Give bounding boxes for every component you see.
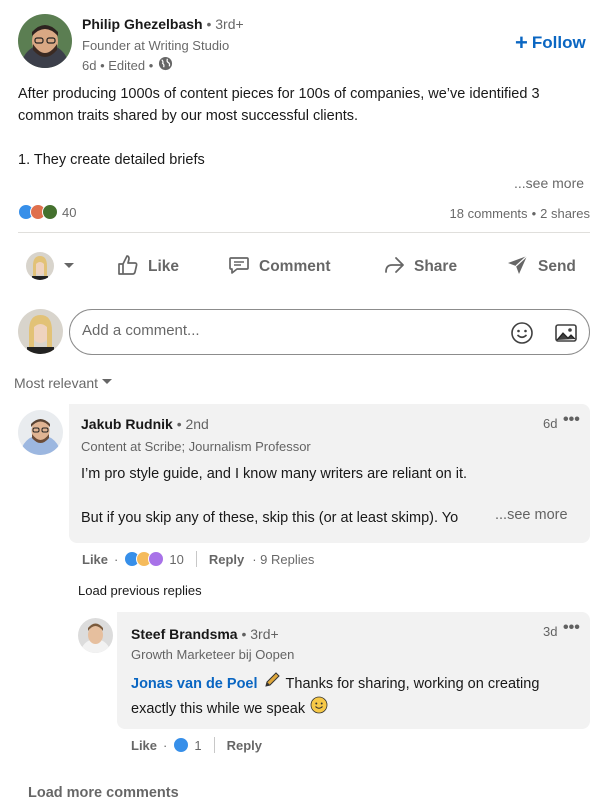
separator — [213, 737, 215, 753]
comment-text-line: But if you skip any of these, skip this … — [81, 510, 459, 526]
paper-plane-icon — [506, 253, 530, 282]
reply-text: Thanks for sharing, working on creating — [285, 675, 540, 692]
comment-like-button[interactable]: Like — [82, 552, 108, 567]
reaction-count: 40 — [62, 204, 77, 220]
commenter-name[interactable]: Jakub Rudnik — [81, 416, 173, 432]
add-comment-field[interactable] — [69, 309, 590, 355]
comment-reactions[interactable]: 10 — [124, 551, 184, 567]
author-degree: • 3rd+ — [206, 16, 244, 32]
speech-bubble-icon — [227, 253, 251, 282]
replier-headline: Growth Marketeer bij Oopen — [131, 647, 295, 662]
comment-text-line: I’m pro style guide, and I know many wri… — [81, 466, 468, 482]
reactions-summary[interactable]: 40 — [18, 204, 76, 220]
comments-count[interactable]: 18 comments — [450, 206, 528, 221]
plus-icon: + — [515, 30, 528, 55]
replier-name[interactable]: Steef Brandsma — [131, 626, 238, 642]
post-meta: 6d • Edited • — [82, 57, 154, 73]
globe-icon — [158, 56, 173, 74]
replier-avatar[interactable] — [78, 618, 113, 653]
send-button[interactable]: Send — [506, 252, 576, 282]
mention-link[interactable]: Jonas van de Poel — [131, 673, 258, 695]
pencil-emoji — [263, 671, 281, 696]
reply-reply-button[interactable]: Reply — [227, 738, 262, 753]
smile-emoji — [310, 696, 328, 721]
author-avatar[interactable] — [18, 14, 72, 68]
viewer-avatar — [26, 252, 54, 280]
comment-time: 6d — [543, 416, 558, 431]
comment-input[interactable] — [82, 322, 502, 339]
like-reaction-icon — [173, 737, 190, 753]
comment-reply-button[interactable]: Reply — [209, 552, 244, 567]
load-previous-replies[interactable]: Load previous replies — [78, 583, 202, 598]
ellipsis-icon[interactable]: ••• — [563, 411, 580, 429]
chevron-down-icon — [62, 258, 76, 275]
thumbs-up-icon — [116, 253, 140, 282]
image-icon[interactable] — [554, 321, 578, 348]
celebrate-reaction-icon — [42, 204, 58, 220]
replies-count[interactable]: · 9 Replies — [252, 552, 314, 567]
share-arrow-icon — [382, 253, 406, 282]
share-button[interactable]: Share — [382, 252, 457, 282]
caret-down-icon — [100, 374, 114, 391]
author-headline: Founder at Writing Studio — [82, 38, 230, 53]
like-button[interactable]: Like — [116, 252, 179, 282]
follow-button[interactable]: + Follow — [515, 30, 586, 55]
see-more-link[interactable]: ...see more — [514, 175, 584, 191]
shares-count[interactable]: 2 shares — [540, 206, 590, 221]
post-body-line: 1. They create detailed briefs — [18, 152, 205, 168]
commenter-avatar[interactable] — [18, 410, 63, 455]
post-body-line: After producing 1000s of content pieces … — [18, 86, 540, 102]
post-body-line: common traits shared by our most success… — [18, 108, 359, 124]
reply-bubble: Steef Brandsma • 3rd+ Growth Marketeer b… — [117, 612, 590, 729]
reaction-actor-selector[interactable] — [26, 252, 76, 280]
divider — [18, 232, 590, 233]
viewer-avatar — [18, 309, 63, 354]
replier-degree: • 3rd+ — [241, 626, 279, 642]
reply-text: exactly this while we speak — [131, 700, 306, 717]
comment-bubble: Jakub Rudnik • 2nd Content at Scribe; Jo… — [69, 404, 590, 543]
commenter-headline: Content at Scribe; Journalism Professor — [81, 439, 311, 454]
reply-like-button[interactable]: Like — [131, 738, 157, 753]
smiley-icon[interactable] — [510, 321, 534, 348]
reply-reactions[interactable]: 1 — [173, 737, 202, 753]
curious-reaction-icon — [148, 551, 165, 567]
commenter-degree: • 2nd — [176, 416, 209, 432]
sort-dropdown[interactable]: Most relevant — [14, 374, 114, 391]
reply-time: 3d — [543, 624, 558, 639]
author-name[interactable]: Philip Ghezelbash — [82, 16, 203, 32]
ellipsis-icon[interactable]: ••• — [563, 619, 580, 637]
see-more-link[interactable]: ...see more — [495, 507, 568, 523]
separator — [195, 551, 197, 567]
comment-button[interactable]: Comment — [227, 252, 330, 282]
